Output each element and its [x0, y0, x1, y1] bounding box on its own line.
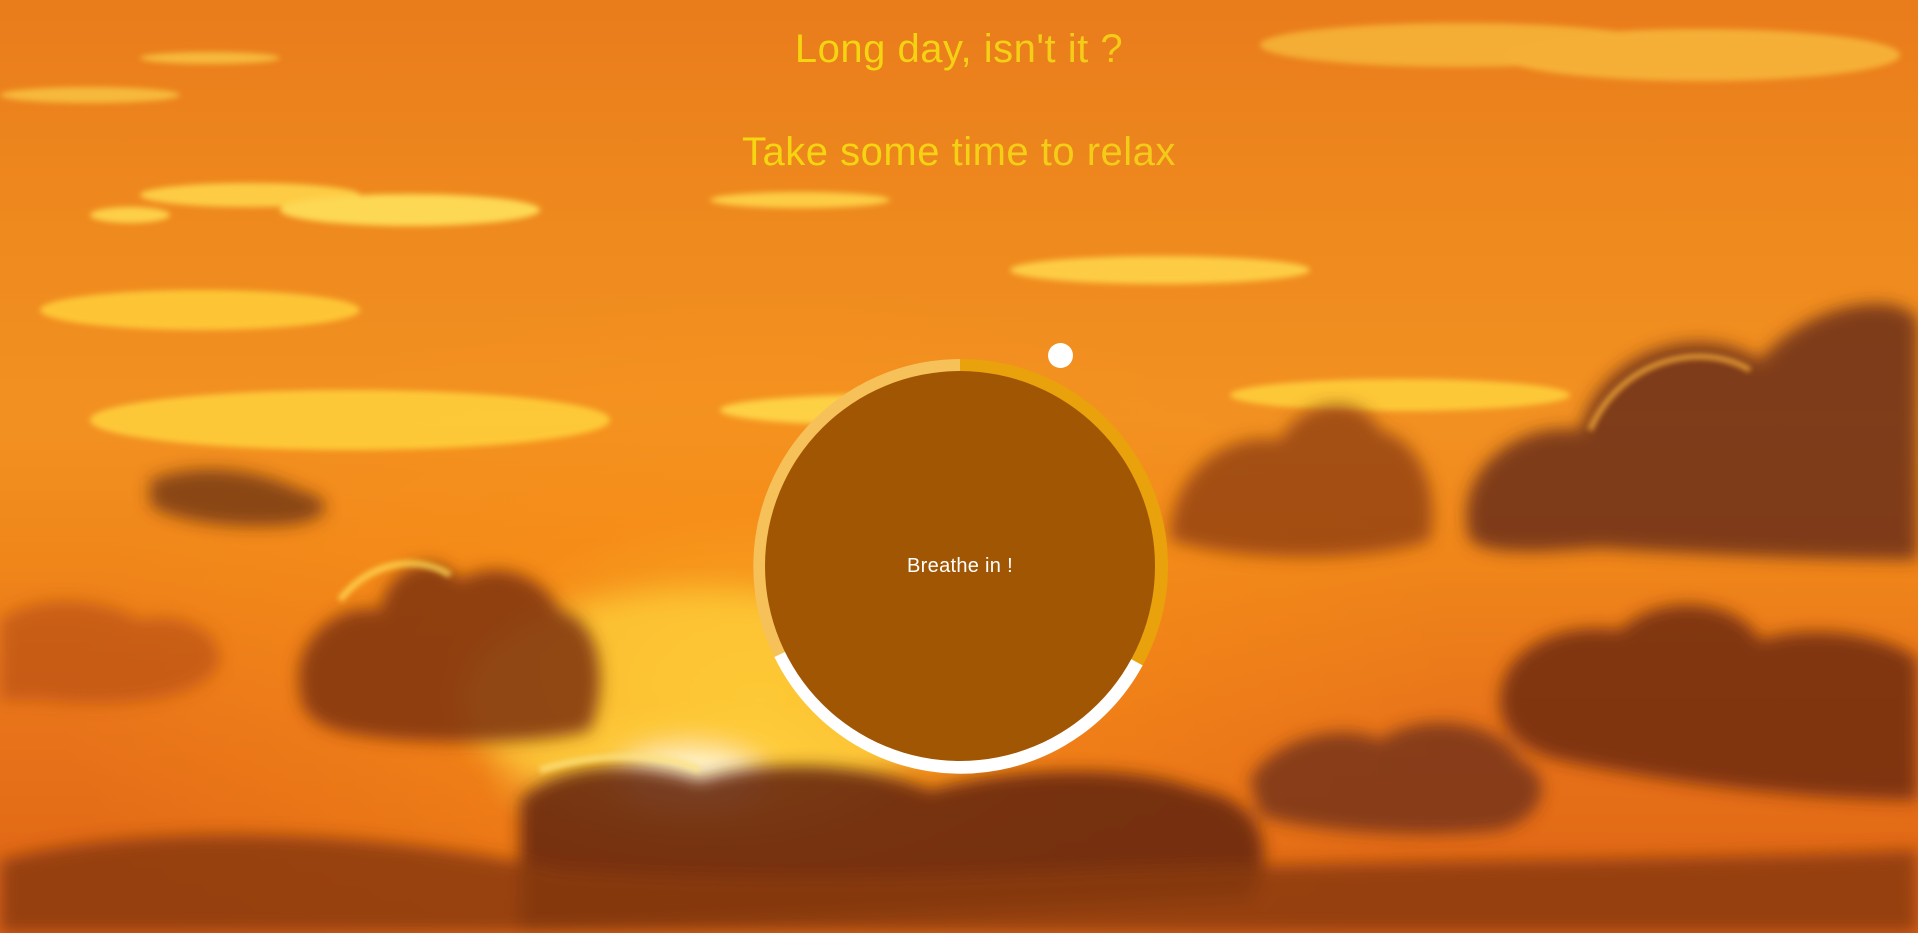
breathing-circle: Breathe in ! [765, 371, 1155, 761]
sunset-background: Long day, isn't it ? Take some time to r… [0, 0, 1918, 933]
breathing-progress-pointer [1048, 343, 1073, 368]
breathing-instruction: Breathe in ! [907, 554, 1013, 577]
breathing-widget: Breathe in ! [752, 358, 1168, 774]
